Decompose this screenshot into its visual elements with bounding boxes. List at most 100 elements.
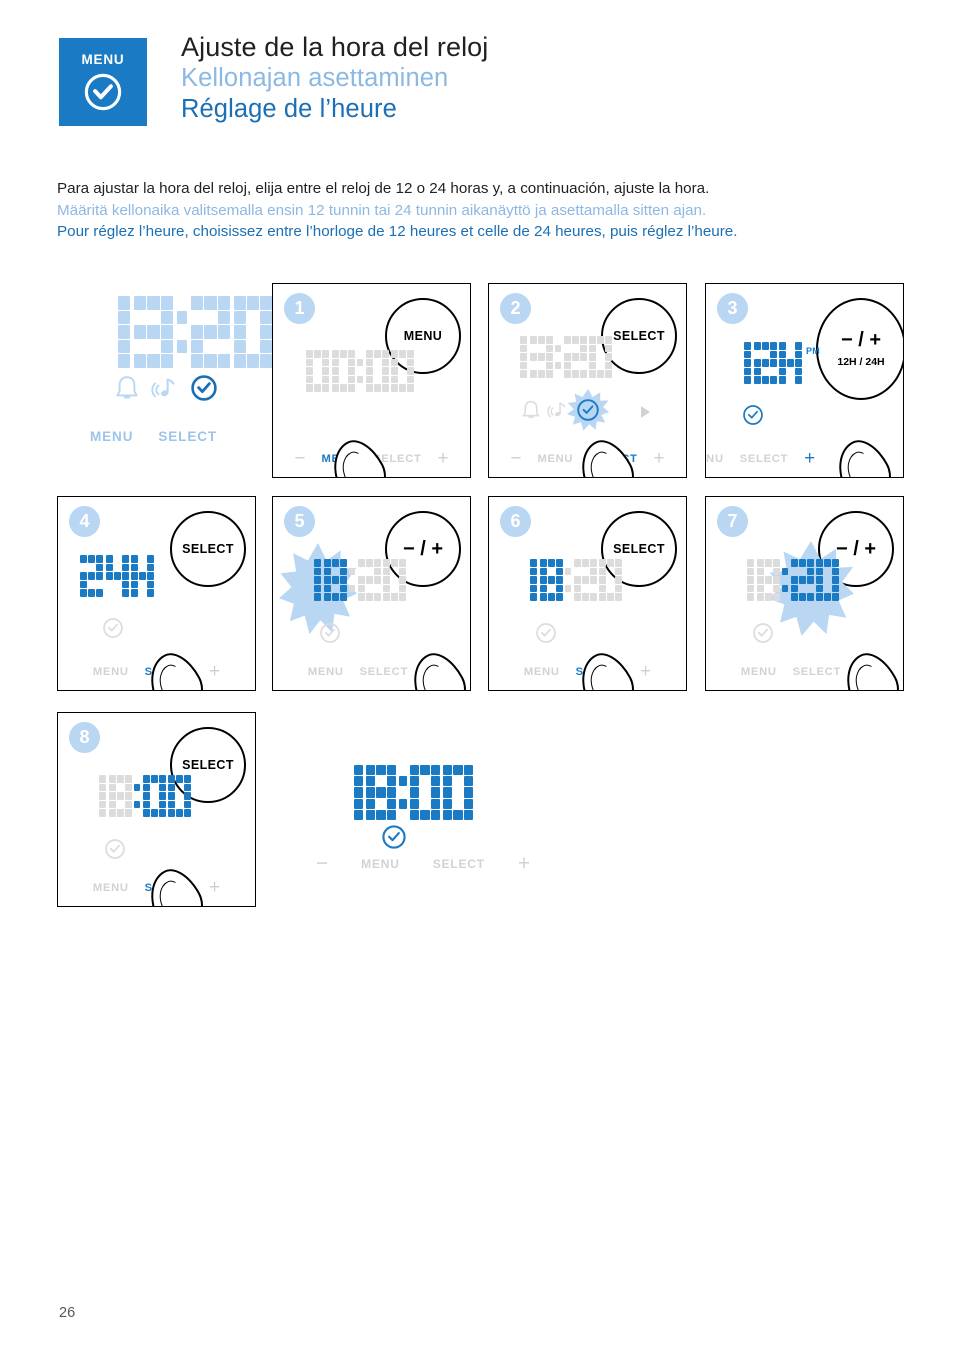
lcd-digit bbox=[134, 296, 173, 368]
plus-label: + bbox=[437, 448, 449, 469]
lcd-digit bbox=[331, 350, 355, 392]
clock-check-icon bbox=[102, 617, 124, 644]
lcd-digit bbox=[333, 765, 363, 820]
clock-check-icon bbox=[320, 623, 340, 643]
step-panel-6: 6SELECT MENUSELECT+ bbox=[488, 496, 687, 691]
button-label: MENU bbox=[403, 329, 443, 343]
lcd-digit bbox=[410, 765, 440, 820]
lcd-colon bbox=[399, 765, 407, 820]
play-arrow-icon bbox=[641, 406, 650, 418]
panel-lcd bbox=[80, 555, 154, 597]
lcd-digit bbox=[539, 559, 563, 601]
pm-indicator: PM bbox=[806, 346, 821, 356]
lcd-digit bbox=[366, 765, 396, 820]
clock-check-icon bbox=[536, 623, 556, 643]
minus-label: − bbox=[510, 448, 522, 469]
button-label: − / + bbox=[402, 538, 444, 560]
clock-check-icon bbox=[742, 404, 764, 431]
step-badge: 4 bbox=[69, 506, 100, 537]
hardware-button-select[interactable]: SELECT bbox=[601, 298, 677, 374]
intro-paragraph: Para ajustar la hora del reloj, elija en… bbox=[57, 178, 927, 243]
page-title-fr: Réglage de l’heure bbox=[181, 94, 397, 123]
lcd-digit bbox=[306, 350, 329, 392]
panel-lcd bbox=[298, 559, 406, 601]
plus-label: + bbox=[804, 448, 816, 469]
lcd-time bbox=[83, 775, 191, 817]
plus-label: + bbox=[517, 852, 531, 875]
clock-check-icon bbox=[319, 622, 341, 649]
hardware-button-select[interactable]: SELECT bbox=[170, 511, 246, 587]
button-label: SELECT bbox=[182, 758, 234, 772]
lcd-digit bbox=[529, 336, 553, 378]
lcd-time bbox=[728, 342, 802, 384]
clock-check-icon bbox=[84, 74, 122, 111]
button-label: SELECT bbox=[182, 542, 234, 556]
lcd-digit bbox=[756, 559, 780, 601]
lcd-digit bbox=[391, 350, 414, 392]
panel-lcd bbox=[514, 559, 622, 601]
label-select: SELECT bbox=[158, 429, 218, 444]
page-header: MENU Ajuste de la hora del reloj Kellona… bbox=[59, 32, 919, 153]
intro-text-fr: Pour réglez l’heure, choisissez entre l’… bbox=[57, 223, 738, 240]
lcd-status-icons bbox=[114, 374, 272, 402]
hardware-button-[interactable]: − / + 12H / 24H bbox=[816, 298, 903, 400]
button-sublabel: 12H / 24H bbox=[837, 356, 885, 368]
button-label: − / + bbox=[840, 329, 882, 351]
minus-label: − bbox=[294, 448, 306, 469]
clock-check-icon bbox=[103, 618, 123, 638]
select-label: SELECT bbox=[739, 452, 789, 465]
lcd-time bbox=[504, 336, 612, 378]
plus-label: + bbox=[639, 661, 652, 682]
panel-lcd bbox=[83, 775, 191, 817]
lcd-digit bbox=[365, 350, 389, 392]
clock-check-icon bbox=[743, 405, 763, 425]
step-badge: 5 bbox=[284, 506, 315, 537]
lcd-digit bbox=[298, 559, 321, 601]
plus-label: + bbox=[208, 661, 221, 682]
lcd-colon bbox=[176, 296, 188, 368]
lcd-time-final bbox=[333, 765, 563, 820]
menu-label: MENU bbox=[361, 856, 400, 871]
lcd-colon bbox=[134, 775, 140, 817]
select-label: SELECT bbox=[792, 665, 841, 678]
lcd-digit bbox=[573, 559, 597, 601]
lcd-time bbox=[306, 350, 414, 392]
minus-label: − bbox=[315, 852, 329, 875]
clock-check-icon bbox=[535, 622, 557, 649]
lcd-time bbox=[514, 559, 622, 601]
step-badge: 8 bbox=[69, 722, 100, 753]
menu-label: MENU bbox=[523, 665, 560, 678]
step-panel-8: 8SELECT MENUSELECT+ bbox=[57, 712, 256, 907]
lcd-digit bbox=[599, 559, 622, 601]
music-note-icon bbox=[151, 378, 175, 398]
menu-label: MENU bbox=[307, 665, 344, 678]
step-panel-5: 5− / + MENUSELECT+ bbox=[272, 496, 471, 691]
step-panel-7: 7− / + MENUSELECT+ bbox=[705, 496, 904, 691]
step-badge: 7 bbox=[717, 506, 748, 537]
lcd-colon bbox=[555, 336, 561, 378]
final-button-labels: − MENU SELECT + bbox=[278, 853, 568, 874]
lcd-digit bbox=[753, 342, 777, 384]
menu-label: ENU bbox=[706, 452, 724, 465]
lcd-digit bbox=[816, 559, 839, 601]
lcd-digit bbox=[589, 336, 612, 378]
intro-text-fi: Määritä kellonaika valitsemalla ensin 12… bbox=[57, 201, 707, 219]
plus-label: + bbox=[208, 877, 221, 898]
step-badge: 6 bbox=[500, 506, 531, 537]
bell-icon bbox=[116, 376, 138, 399]
lcd-digit bbox=[383, 559, 406, 601]
select-label: SELECT bbox=[432, 856, 485, 871]
step-badge: 3 bbox=[717, 293, 748, 324]
lcd-time bbox=[731, 559, 839, 601]
lcd-digit bbox=[92, 296, 131, 368]
lcd-digit bbox=[168, 775, 191, 817]
lcd-digit bbox=[443, 765, 473, 820]
lcd-digit bbox=[233, 296, 272, 368]
lcd-time bbox=[92, 296, 272, 368]
step-panel-1: 1MENU−MENUSELECT+ bbox=[272, 283, 471, 478]
page-number: 26 bbox=[59, 1305, 76, 1321]
step-badge: 1 bbox=[284, 293, 315, 324]
bell-icon bbox=[522, 400, 540, 418]
clock-check-icon bbox=[191, 375, 217, 401]
music-note-icon bbox=[547, 402, 566, 418]
